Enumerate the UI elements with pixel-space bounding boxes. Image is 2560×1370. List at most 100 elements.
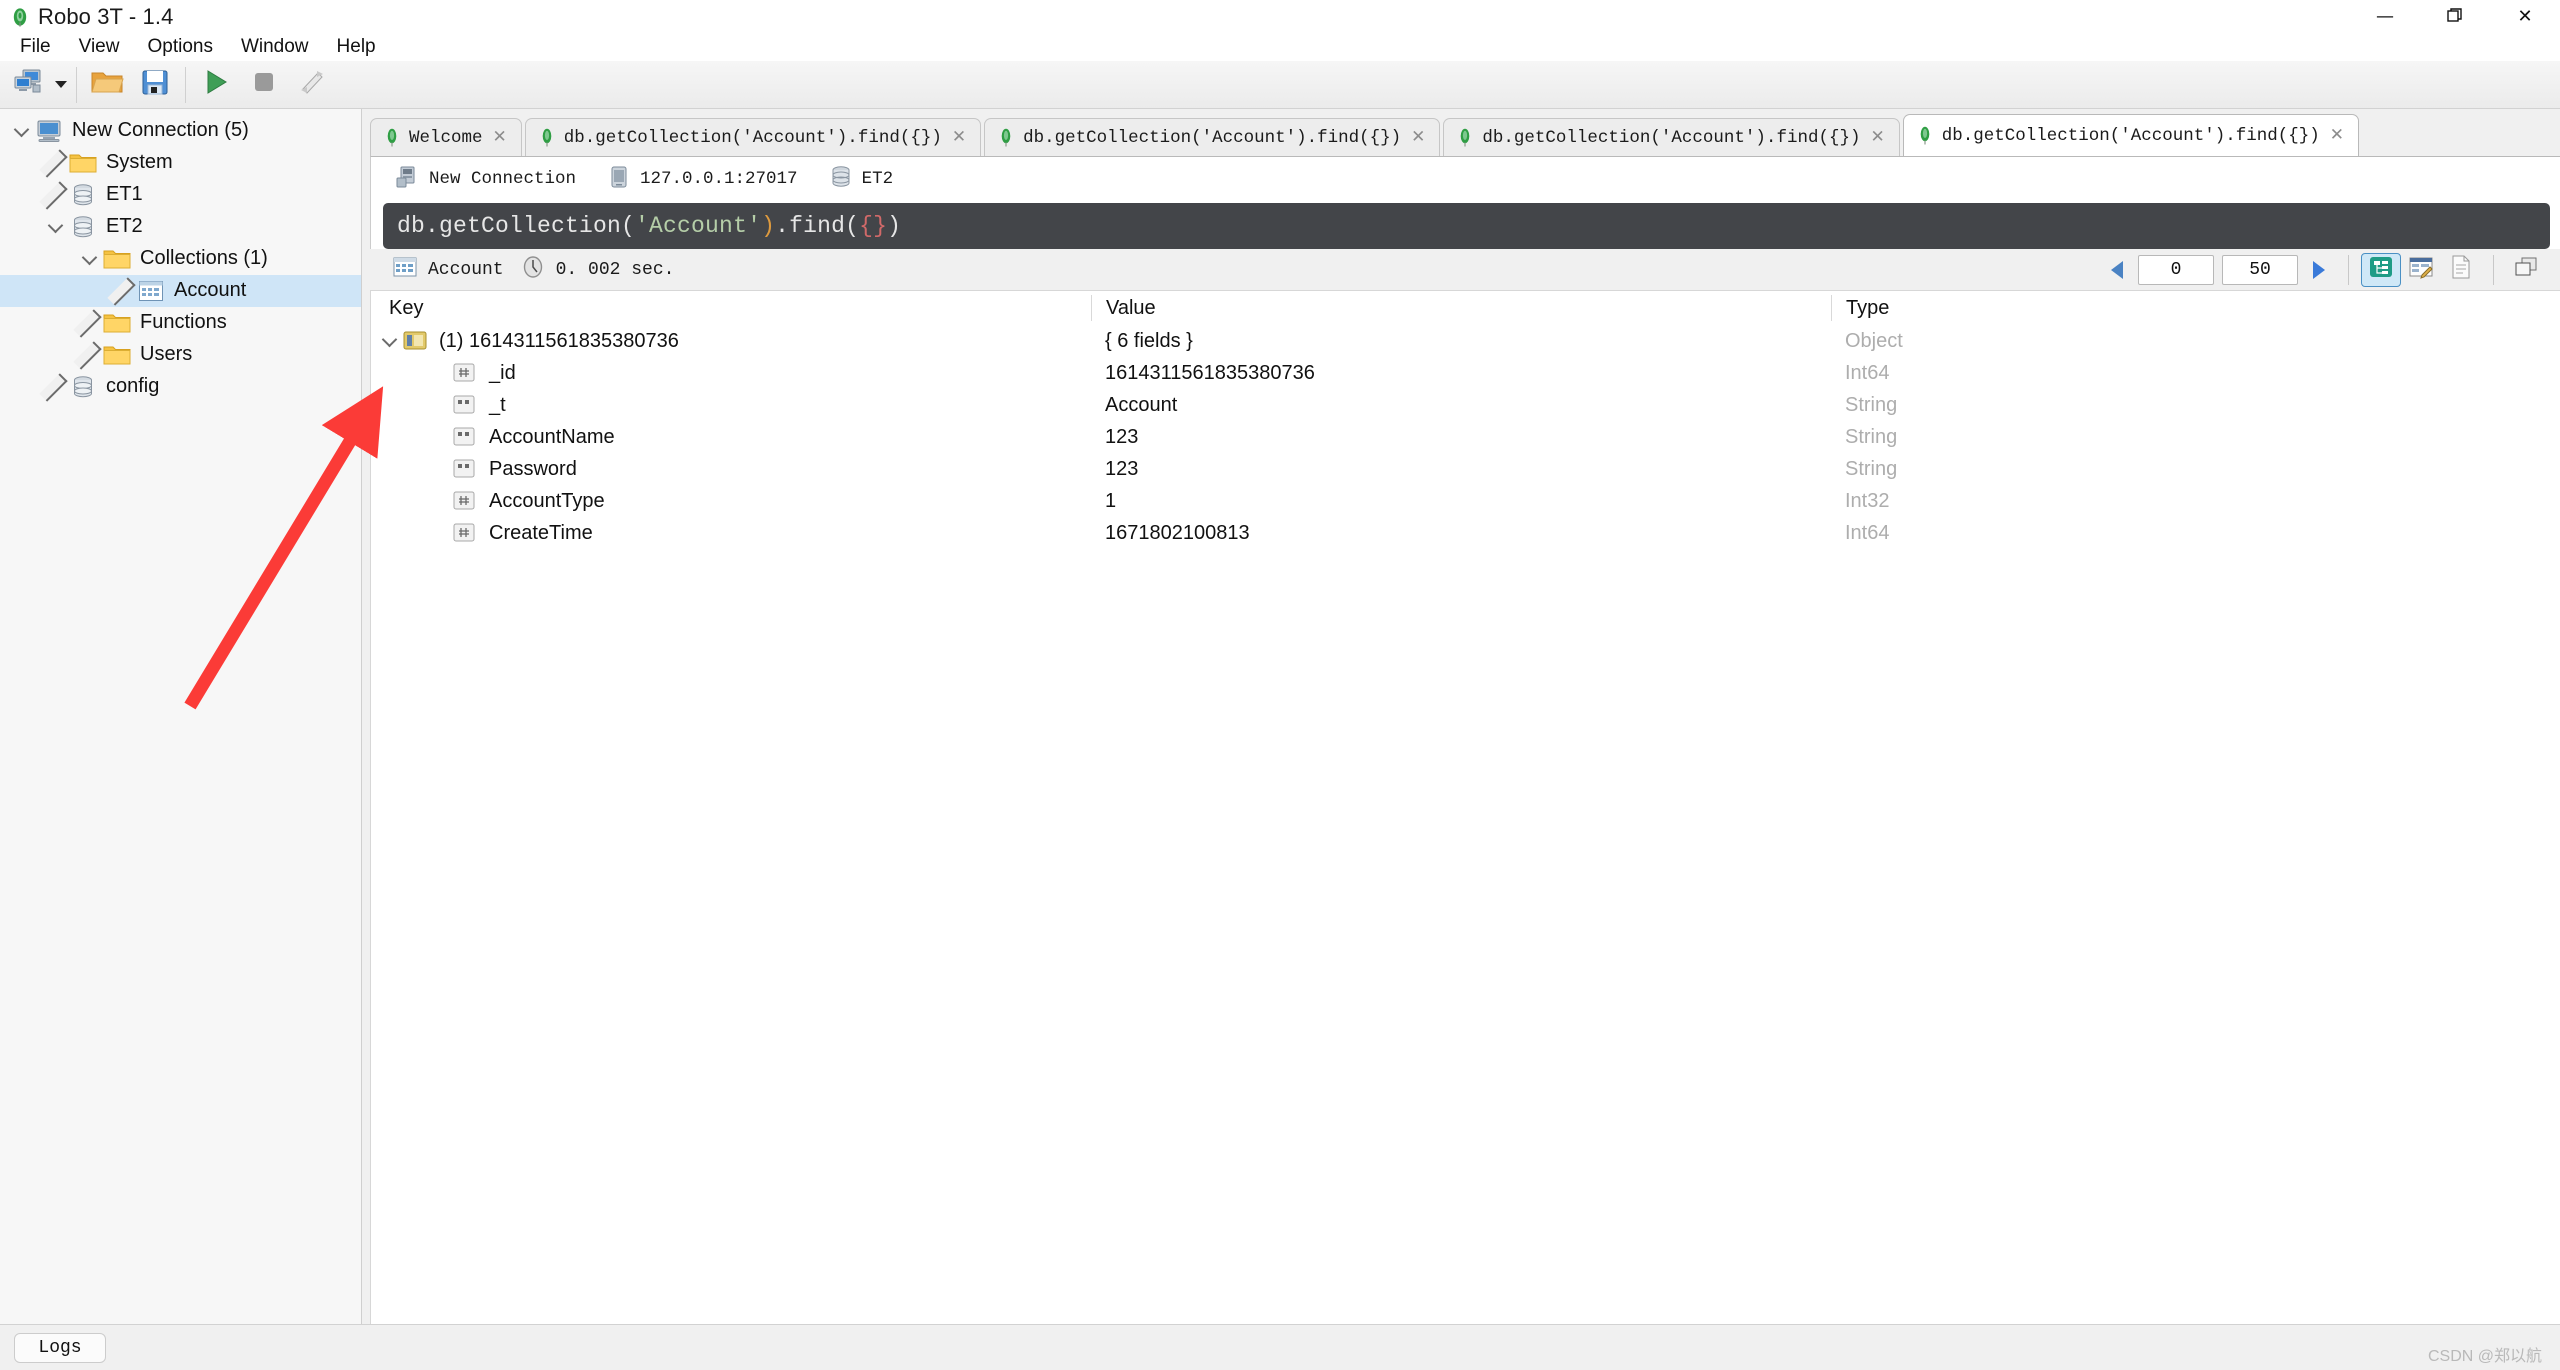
skip-input[interactable] [2138, 254, 2214, 285]
cascade-windows-button[interactable] [2506, 253, 2546, 287]
close-icon[interactable]: ✕ [493, 129, 507, 146]
grid-row[interactable]: AccountName 123 String [371, 421, 2560, 453]
next-page-button[interactable] [2302, 253, 2336, 287]
tree-item-users[interactable]: Users [0, 339, 361, 371]
editor-tab-2[interactable]: db.getCollection('Account').find({}) ✕ [984, 118, 1441, 156]
open-script-button[interactable] [83, 64, 131, 106]
int-field-icon [453, 363, 479, 383]
editor-tab-4[interactable]: db.getCollection('Account').find({}) ✕ [1902, 114, 2360, 156]
column-header-value[interactable]: Value [1091, 295, 1831, 321]
tree-item-collections-1[interactable]: Collections (1) [0, 243, 361, 275]
grid-key-label: _t [489, 393, 506, 416]
editor-tab-3[interactable]: db.getCollection('Account').find({}) ✕ [1443, 118, 1900, 156]
chevron-right-icon[interactable] [107, 275, 136, 307]
menu-window[interactable]: Window [227, 34, 323, 60]
close-icon[interactable]: ✕ [1870, 129, 1884, 146]
tree-item-et1[interactable]: ET1 [0, 179, 361, 211]
connect-dropdown-button[interactable] [52, 64, 70, 106]
minimize-icon: — [2376, 5, 2394, 27]
logs-button[interactable]: Logs [14, 1332, 106, 1363]
tree-item-functions[interactable]: Functions [0, 307, 361, 339]
file-group [83, 63, 179, 107]
menu-file[interactable]: File [6, 34, 65, 60]
tree-item-account[interactable]: Account [0, 275, 361, 307]
execute-button[interactable] [192, 64, 240, 106]
close-button[interactable]: ✕ [2490, 0, 2560, 33]
menu-help[interactable]: Help [323, 34, 390, 60]
editor-tab-label: db.getCollection('Account').find({}) [1941, 125, 2320, 146]
database-chip[interactable]: ET2 [820, 162, 904, 197]
grid-row[interactable]: CreateTime 1671802100813 Int64 [371, 517, 2560, 549]
editor-tab-0[interactable]: Welcome ✕ [370, 118, 522, 156]
prev-page-button[interactable] [2100, 253, 2134, 287]
chevron-right-icon[interactable] [39, 179, 68, 211]
folder-icon [102, 310, 132, 336]
tree-view-button[interactable] [2361, 252, 2401, 287]
editor-tab-1[interactable]: db.getCollection('Account').find({}) ✕ [524, 118, 982, 156]
tree-item-et2[interactable]: ET2 [0, 211, 361, 243]
close-icon[interactable]: ✕ [952, 129, 966, 146]
connection-tree: New Connection (5) System ET1 ET2 Collection… [0, 115, 361, 403]
grid-key-label: AccountType [489, 489, 605, 512]
chevron-right-icon[interactable] [73, 307, 102, 339]
chevron-right-icon[interactable] [73, 339, 102, 371]
grid-cell-type: String [1845, 457, 1898, 480]
connection-info-bar: New Connection 127.0.0.1:27017 ET2 [371, 157, 2560, 201]
robo3t-window: Robo 3T - 1.4 — ✕ File View Options Wind… [0, 0, 2560, 1370]
grid-cell-type: String [1845, 425, 1898, 448]
stop-button[interactable] [240, 64, 288, 106]
title-bar: Robo 3T - 1.4 — ✕ [0, 0, 2560, 33]
results-grid: Key Value Type (1) 1614311561835380736 { … [370, 291, 2560, 1324]
grid-row[interactable]: Password 123 String [371, 453, 2560, 485]
column-header-type[interactable]: Type [1831, 295, 2560, 321]
grid-cell-value: 123 [1105, 457, 1139, 480]
collection-icon [392, 255, 418, 284]
connect-button[interactable] [4, 64, 52, 106]
close-icon[interactable]: ✕ [2330, 127, 2344, 144]
chevron-down-icon[interactable] [76, 243, 102, 275]
tree-item-label: ET2 [106, 215, 143, 237]
chevron-down-icon [55, 81, 67, 88]
table-view-button[interactable] [2401, 253, 2441, 287]
tree-item-config[interactable]: config [0, 371, 361, 403]
clock-icon [520, 254, 546, 285]
host-icon [608, 165, 630, 194]
leaf-icon [540, 128, 554, 147]
close-icon: ✕ [2517, 5, 2533, 27]
query-editor-pane: New Connection 127.0.0.1:27017 ET2 db.ge… [370, 156, 2560, 249]
text-view-button[interactable] [2441, 253, 2481, 287]
grid-cell-type: Object [1845, 329, 1903, 352]
menu-view[interactable]: View [65, 34, 134, 60]
query-input[interactable]: db.getCollection('Account') .find({}) [383, 203, 2550, 249]
chevron-down-icon[interactable] [8, 115, 34, 147]
chevron-right-icon[interactable] [39, 147, 68, 179]
database-icon [68, 182, 98, 208]
tree-item-system[interactable]: System [0, 147, 361, 179]
results-controls [2100, 252, 2560, 287]
limit-input[interactable] [2222, 254, 2298, 285]
grid-header-row: Key Value Type [371, 291, 2560, 325]
save-script-button[interactable] [131, 64, 179, 106]
refresh-button[interactable] [288, 64, 336, 106]
host-chip[interactable]: 127.0.0.1:27017 [598, 162, 808, 197]
grid-row[interactable]: _t Account String [371, 389, 2560, 421]
grid-row[interactable]: AccountType 1 Int32 [371, 485, 2560, 517]
rotate-arrows-icon [297, 68, 327, 101]
chevron-down-icon[interactable] [375, 331, 403, 347]
maximize-button[interactable] [2420, 0, 2490, 33]
grid-cell-key: CreateTime [371, 522, 1091, 545]
grid-row[interactable]: _id 1614311561835380736 Int64 [371, 357, 2560, 389]
string-field-icon [453, 459, 479, 479]
close-icon[interactable]: ✕ [1411, 129, 1425, 146]
chevron-down-icon[interactable] [42, 211, 68, 243]
column-header-key[interactable]: Key [371, 297, 1091, 320]
editor-tab-label: Welcome [409, 127, 483, 148]
connection-name-chip[interactable]: New Connection [385, 162, 586, 197]
query-segment-0: db.getCollection( [397, 213, 636, 239]
grid-row[interactable]: (1) 1614311561835380736 { 6 fields } Objec… [371, 325, 2560, 357]
tree-item-new-connection-5[interactable]: New Connection (5) [0, 115, 361, 147]
minimize-button[interactable]: — [2350, 0, 2420, 33]
menu-options[interactable]: Options [133, 34, 226, 60]
chevron-right-icon[interactable] [39, 371, 68, 403]
database-label: ET2 [861, 169, 894, 189]
